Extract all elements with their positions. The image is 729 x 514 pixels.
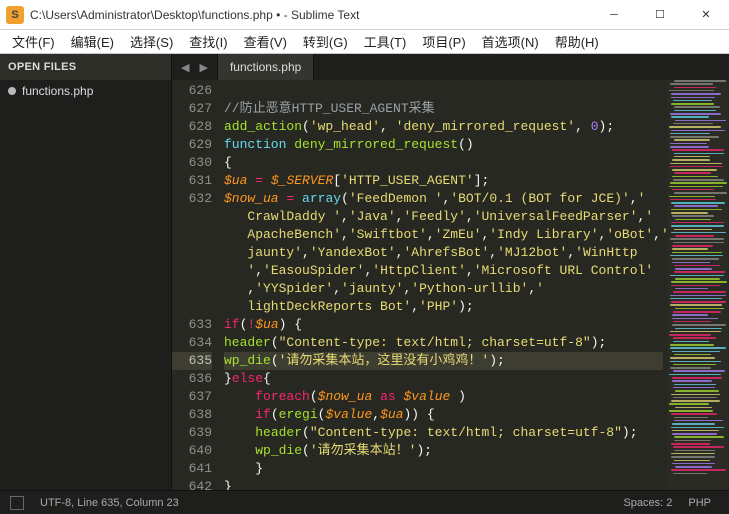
code-line[interactable]: $ua = $_SERVER['HTTP_USER_AGENT'];: [224, 172, 663, 190]
menu-item[interactable]: 选择(S): [122, 30, 181, 53]
line-number: 637: [172, 388, 212, 406]
line-number: 634: [172, 334, 212, 352]
menu-bar: 文件(F)编辑(E)选择(S)查找(I)查看(V)转到(G)工具(T)项目(P)…: [0, 30, 729, 54]
code-line[interactable]: }: [224, 478, 663, 490]
line-number: 627: [172, 100, 212, 118]
app-icon: S: [6, 6, 24, 24]
window-close-button[interactable]: ✕: [683, 0, 729, 29]
tab-history-back-icon[interactable]: ◀: [178, 61, 192, 74]
code-line[interactable]: //防止恶意HTTP_USER_AGENT采集: [224, 100, 663, 118]
code-line[interactable]: wp_die('请勿采集本站！');: [224, 442, 663, 460]
line-number: 632: [172, 190, 212, 316]
code-line[interactable]: }else{: [224, 370, 663, 388]
tab-label: functions.php: [230, 60, 301, 74]
code-line[interactable]: header("Content-type: text/html; charset…: [224, 424, 663, 442]
menu-item[interactable]: 查找(I): [181, 30, 235, 53]
code-content[interactable]: //防止恶意HTTP_USER_AGENT采集add_action('wp_he…: [220, 80, 667, 490]
open-file-label: functions.php: [22, 84, 93, 98]
status-bar: UTF-8, Line 635, Column 23 Spaces: 2 PHP: [0, 490, 729, 514]
open-file-item[interactable]: functions.php: [0, 80, 171, 102]
menu-item[interactable]: 首选项(N): [474, 30, 547, 53]
minimap[interactable]: [667, 80, 729, 490]
window-titlebar: S C:\Users\Administrator\Desktop\functio…: [0, 0, 729, 30]
menu-item[interactable]: 帮助(H): [547, 30, 607, 53]
line-number: 628: [172, 118, 212, 136]
window-maximize-button[interactable]: ☐: [637, 0, 683, 29]
menu-item[interactable]: 转到(G): [295, 30, 356, 53]
code-line[interactable]: {: [224, 154, 663, 172]
line-number: 626: [172, 82, 212, 100]
line-number: 639: [172, 424, 212, 442]
tab-bar: ◀ ▶ functions.php: [172, 54, 729, 80]
code-line[interactable]: foreach($now_ua as $value ): [224, 388, 663, 406]
line-number: 636: [172, 370, 212, 388]
menu-item[interactable]: 项目(P): [414, 30, 473, 53]
tab-functions-php[interactable]: functions.php: [217, 54, 314, 80]
menu-item[interactable]: 查看(V): [236, 30, 295, 53]
code-line[interactable]: wp_die('请勿采集本站，这里没有小鸡鸡！');: [224, 352, 663, 370]
code-editor[interactable]: 6266276286296306316326336346356366376386…: [172, 80, 729, 490]
code-line[interactable]: function deny_mirrored_request(): [224, 136, 663, 154]
line-number: 629: [172, 136, 212, 154]
menu-item[interactable]: 文件(F): [4, 30, 63, 53]
line-number: 633: [172, 316, 212, 334]
status-syntax[interactable]: PHP: [680, 497, 719, 509]
code-line[interactable]: header("Content-type: text/html; charset…: [224, 334, 663, 352]
menu-item[interactable]: 工具(T): [356, 30, 415, 53]
code-line[interactable]: if(eregi($value,$ua)) {: [224, 406, 663, 424]
sidebar: OPEN FILES functions.php: [0, 54, 172, 490]
line-number: 641: [172, 460, 212, 478]
unsaved-indicator-icon: [8, 87, 16, 95]
code-line[interactable]: add_action('wp_head', 'deny_mirrored_req…: [224, 118, 663, 136]
code-line[interactable]: $now_ua = array('FeedDemon ','BOT/0.1 (B…: [224, 190, 663, 316]
line-number: 631: [172, 172, 212, 190]
line-number: 638: [172, 406, 212, 424]
menu-item[interactable]: 编辑(E): [63, 30, 122, 53]
status-position[interactable]: UTF-8, Line 635, Column 23: [32, 497, 187, 509]
line-number-gutter: 6266276286296306316326336346356366376386…: [172, 80, 220, 490]
line-number: 642: [172, 478, 212, 496]
sidebar-open-files-header: OPEN FILES: [0, 54, 171, 80]
status-panel-icon[interactable]: [10, 496, 24, 510]
code-line[interactable]: if(!$ua) {: [224, 316, 663, 334]
line-number: 635: [172, 352, 212, 370]
status-indent[interactable]: Spaces: 2: [615, 497, 680, 509]
tab-history-forward-icon[interactable]: ▶: [196, 61, 210, 74]
line-number: 630: [172, 154, 212, 172]
code-line[interactable]: [224, 82, 663, 100]
window-minimize-button[interactable]: ─: [591, 0, 637, 29]
window-title: C:\Users\Administrator\Desktop\functions…: [30, 8, 591, 22]
line-number: 640: [172, 442, 212, 460]
code-line[interactable]: }: [224, 460, 663, 478]
